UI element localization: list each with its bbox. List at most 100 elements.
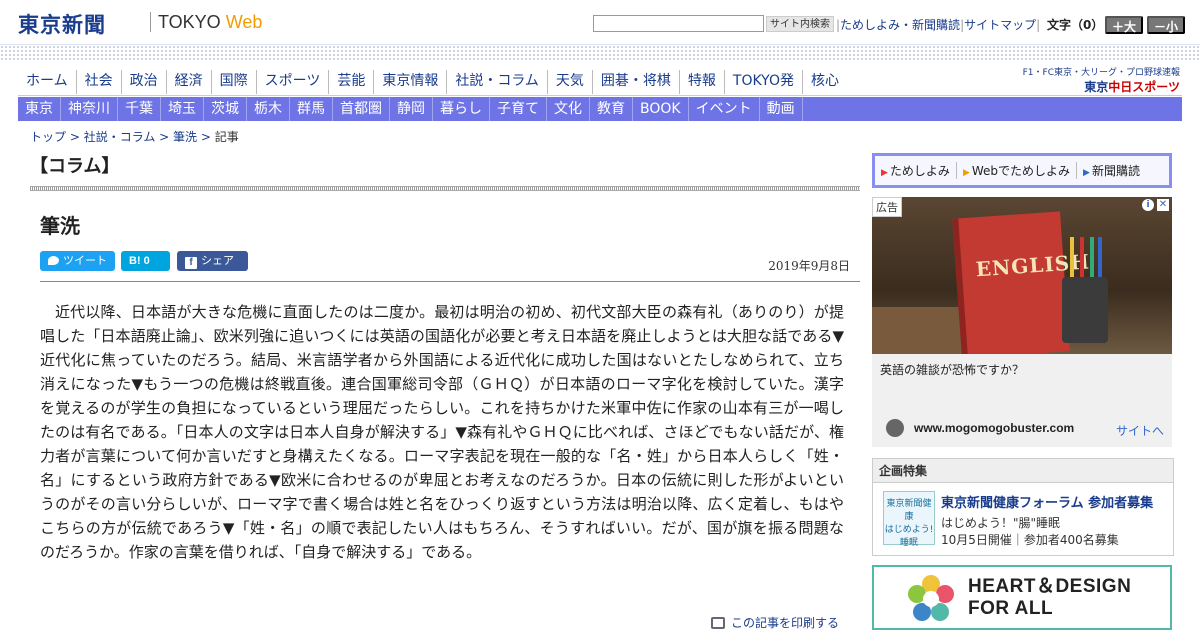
- chunichi-tagline: F1・FC東京・大リーグ・プロ野球速報: [1022, 68, 1180, 78]
- region-nav-item-chiba[interactable]: 千葉: [118, 97, 161, 121]
- main-nav-item-politics[interactable]: 政治: [122, 70, 167, 94]
- chunichi-brand: 東京中日スポーツ: [1020, 78, 1180, 95]
- chunichi-sports-link[interactable]: F1・FC東京・大リーグ・プロ野球速報 東京中日スポーツ: [1020, 65, 1180, 95]
- main-nav-item-international[interactable]: 国際: [212, 70, 257, 94]
- feature-section: 企画特集 東京新聞健康 はじめよう! 睡眠 東京新聞健康フォーラム 参加者募集 …: [872, 458, 1174, 556]
- text-larger-button[interactable]: ＋大: [1105, 16, 1143, 34]
- feature-details: 10月5日開催｜参加者400名募集: [941, 533, 1119, 547]
- site-header: 東京新聞 TOKYO Web サイト内検索 |ためしよみ・新聞購読|サイトマップ…: [0, 0, 1200, 44]
- main-nav-item-economy[interactable]: 経済: [167, 70, 212, 94]
- region-nav-item-event[interactable]: イベント: [689, 97, 760, 121]
- triangle-bullet-icon: ▶: [962, 168, 970, 178]
- region-nav-item-ibaraki[interactable]: 茨城: [204, 97, 247, 121]
- region-nav-item-book[interactable]: BOOK: [633, 97, 689, 121]
- site-search-button[interactable]: サイト内検索: [766, 16, 834, 32]
- heading-divider-band: [30, 186, 860, 191]
- main-nav-item-sports[interactable]: スポーツ: [257, 70, 330, 94]
- chunichi-prefix: 東京: [1084, 80, 1109, 94]
- breadcrumb-top[interactable]: トップ: [30, 130, 66, 144]
- article-date: 2019年9月8日: [768, 259, 850, 273]
- breadcrumb: トップ > 社説・コラム > 筆洗 > 記事: [30, 130, 239, 144]
- main-nav-item-tokyo-hatsu[interactable]: TOKYO発: [725, 70, 803, 94]
- facebook-share-button[interactable]: fシェア 0: [177, 251, 248, 287]
- main-nav-item-home[interactable]: ホーム: [18, 70, 77, 94]
- feature-heading: 企画特集: [873, 459, 1173, 483]
- main-nav-item-tokuho[interactable]: 特報: [680, 70, 725, 94]
- subscribe-box: ▶ ためしよみ ▶ Webでためしよみ ▶ 新聞購読: [872, 153, 1172, 188]
- main-nav-item-kakushin[interactable]: 核心: [803, 70, 847, 94]
- region-nav-item-video[interactable]: 動画: [760, 97, 803, 121]
- site-search-input[interactable]: [593, 15, 764, 32]
- tweet-label: ツイート: [63, 255, 107, 267]
- header-dot-band: [0, 44, 1200, 60]
- main-nav-item-go-shogi[interactable]: 囲碁・将棋: [593, 70, 680, 94]
- ad-headline: 英語の雑談が恐怖ですか？: [880, 363, 1025, 377]
- main-nav-item-entertainment[interactable]: 芸能: [329, 70, 375, 94]
- main-nav: ホーム 社会 政治 経済 国際 スポーツ 芸能 東京情報 社説・コラム 天気 囲…: [18, 70, 847, 94]
- heart-design-banner[interactable]: HEART＆DESIGN FOR ALL: [872, 565, 1172, 630]
- article-body: 近代以降、日本語が大きな危機に直面したのは二度か。最初は明治の初め、初代文部大臣…: [40, 303, 844, 561]
- region-nav: 東京 神奈川 千葉 埼玉 茨城 栃木 群馬 首都圏 静岡 暮らし 子育て 文化 …: [18, 97, 1182, 121]
- site-logo[interactable]: 東京新聞: [18, 9, 106, 39]
- subscribe-web-trial-link[interactable]: ▶ Webでためしよみ: [957, 162, 1078, 179]
- ad-label: 広告: [872, 197, 902, 217]
- column-heading: 【コラム】: [30, 156, 120, 177]
- ad-site-link[interactable]: サイトへ: [1116, 422, 1164, 439]
- ad-pencil-cup: [1062, 277, 1108, 343]
- region-nav-item-shutoken[interactable]: 首都圏: [333, 97, 390, 121]
- globe-icon: [886, 419, 904, 437]
- ad-image: ENGLISH: [872, 197, 1172, 354]
- ad-close-icon[interactable]: ✕: [1157, 199, 1169, 211]
- logo-divider: [150, 12, 151, 32]
- breadcrumb-hissen[interactable]: 筆洗: [173, 130, 197, 144]
- text-smaller-button[interactable]: －小: [1147, 16, 1185, 34]
- header-link-trial-subscribe[interactable]: ためしよみ・新聞購読: [840, 18, 960, 32]
- feature-title-link[interactable]: 東京新聞健康フォーラム 参加者募集: [941, 492, 1153, 511]
- chunichi-name: 中日スポーツ: [1108, 80, 1180, 94]
- feature-thumbnail[interactable]: 東京新聞健康 はじめよう! 睡眠: [883, 491, 935, 548]
- region-nav-item-education[interactable]: 教育: [590, 97, 633, 121]
- breadcrumb-editorial-column[interactable]: 社説・コラム: [84, 130, 156, 144]
- ad-info-icon[interactable]: i: [1142, 199, 1154, 211]
- main-nav-item-society[interactable]: 社会: [77, 70, 122, 94]
- region-nav-item-living[interactable]: 暮らし: [433, 97, 490, 121]
- subscribe-web-trial-label: Webでためしよみ: [971, 164, 1071, 178]
- main-nav-item-weather[interactable]: 天気: [548, 70, 593, 94]
- main-nav-item-tokyo-info[interactable]: 東京情報: [374, 70, 448, 94]
- print-article-link[interactable]: この記事を印刷する: [711, 614, 839, 630]
- header-link-sitemap[interactable]: サイトマップ: [964, 18, 1036, 32]
- ad-url: www.mogomogobuster.com: [914, 421, 1075, 435]
- feature-thumb-line: はじめよう!: [884, 525, 934, 535]
- region-nav-item-gunma[interactable]: 群馬: [290, 97, 333, 121]
- main-nav-item-editorial-column[interactable]: 社説・コラム: [447, 70, 548, 94]
- tweet-button[interactable]: ツイート: [40, 251, 115, 271]
- region-nav-item-kanagawa[interactable]: 神奈川: [61, 97, 118, 121]
- facebook-f-icon: f: [185, 257, 197, 269]
- heart-design-line2: FOR ALL: [968, 598, 1054, 619]
- region-nav-item-parenting[interactable]: 子育て: [490, 97, 547, 121]
- breadcrumb-current: 記事: [214, 130, 239, 144]
- printer-icon: [711, 617, 725, 629]
- feature-thumb-line: 東京新聞健康: [886, 499, 932, 522]
- subscribe-trial-label: ためしよみ: [889, 164, 950, 178]
- heart-design-line1: HEART＆DESIGN: [968, 576, 1132, 597]
- feature-thumb-line: 睡眠: [899, 538, 918, 548]
- tokyo-web-logo[interactable]: TOKYO Web: [158, 12, 262, 33]
- region-nav-item-tochigi[interactable]: 栃木: [247, 97, 290, 121]
- header-links: |ためしよみ・新聞購読|サイトマップ|: [836, 18, 1041, 32]
- region-nav-item-saitama[interactable]: 埼玉: [161, 97, 204, 121]
- sidebar-ad[interactable]: ENGLISH 広告 i ✕ 英語の雑談が恐怖ですか？ www.mogomogo…: [872, 197, 1172, 447]
- region-nav-item-tokyo[interactable]: 東京: [18, 97, 61, 121]
- triangle-bullet-icon: ▶: [881, 168, 888, 178]
- hatena-bookmark-button[interactable]: B! 0: [121, 251, 170, 271]
- article-divider: [40, 281, 860, 282]
- main-nav-divider: [18, 95, 1182, 96]
- region-nav-item-shizuoka[interactable]: 静岡: [390, 97, 433, 121]
- text-size-label: 文字（0）: [1047, 18, 1104, 32]
- subscribe-newspaper-link[interactable]: ▶ 新聞購読: [1077, 162, 1146, 179]
- logo-tokyo-text: TOKYO: [158, 12, 226, 32]
- subscribe-trial-link[interactable]: ▶ ためしよみ: [875, 162, 957, 179]
- heart-design-text: HEART＆DESIGN FOR ALL: [968, 576, 1131, 620]
- region-nav-item-culture[interactable]: 文化: [547, 97, 590, 121]
- ad-english-book: ENGLISH: [952, 211, 1091, 354]
